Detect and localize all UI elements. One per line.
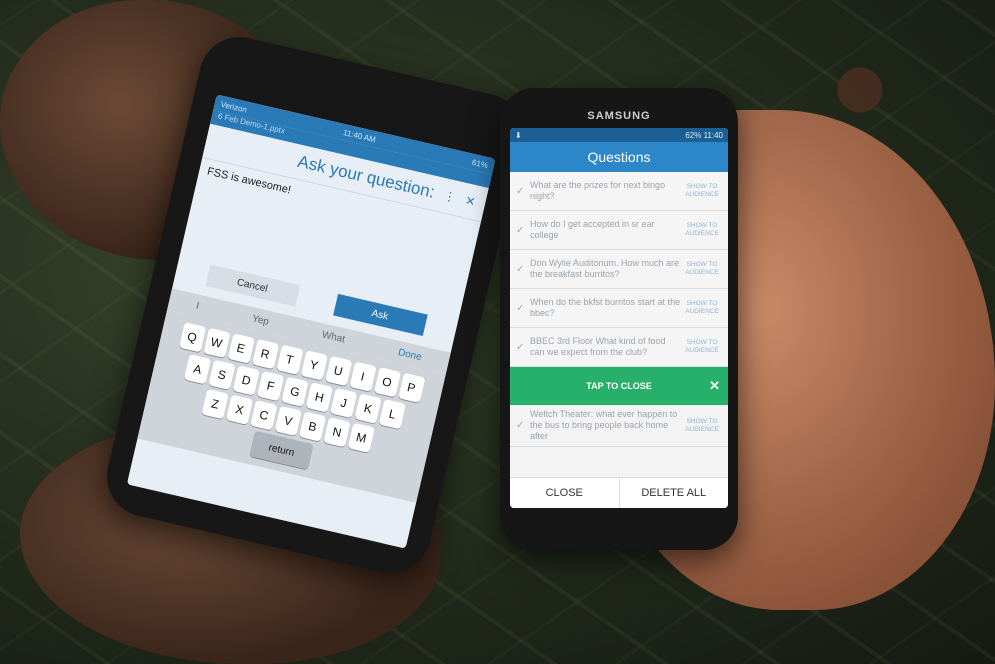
close-icon[interactable]: ✕ xyxy=(464,193,477,209)
show-to-audience-button[interactable]: SHOW TO AUDIENCE xyxy=(682,339,722,355)
key-u[interactable]: U xyxy=(324,355,352,387)
samsung-device: SAMSUNG ⬇ 62% 11:40 Questions ✓ What are … xyxy=(500,88,738,550)
list-item[interactable]: ✓ Don Wylie Auditorium. How much are the … xyxy=(510,250,728,289)
list-item[interactable]: ✓ When do the bkfst burritos start at the… xyxy=(510,289,728,328)
more-icon[interactable]: ⋮ xyxy=(442,188,457,204)
suggestion-item[interactable]: I xyxy=(195,300,200,311)
list-item[interactable]: ✓ What are the prizes for next bingo nigh… xyxy=(510,172,728,211)
check-icon: ✓ xyxy=(516,224,525,236)
show-to-audience-button[interactable]: SHOW TO AUDIENCE xyxy=(682,222,722,238)
question-text: When do the bkfst burritos start at the … xyxy=(530,297,681,318)
battery-clock-label: 62% 11:40 xyxy=(685,130,723,140)
key-n[interactable]: N xyxy=(323,417,351,448)
show-to-audience-button[interactable]: SHOW TO AUDIENCE xyxy=(682,261,722,277)
question-list: ✓ What are the prizes for next bingo nigh… xyxy=(510,172,728,367)
key-z[interactable]: Z xyxy=(201,388,229,420)
key-w[interactable]: W xyxy=(202,327,231,358)
key-g[interactable]: G xyxy=(281,376,309,407)
android-status-bar: ⬇ 62% 11:40 xyxy=(510,128,728,142)
done-button[interactable]: Done xyxy=(397,347,423,363)
key-m[interactable]: M xyxy=(347,422,375,453)
questions-title: Questions xyxy=(510,142,728,172)
question-text: What are the prizes for next bingo night… xyxy=(530,180,666,201)
key-e[interactable]: E xyxy=(227,333,255,364)
check-icon: ✓ xyxy=(516,341,525,353)
key-h[interactable]: H xyxy=(305,382,333,413)
question-text: Weltch Theater: what ever happen to the … xyxy=(530,409,678,441)
key-j[interactable]: J xyxy=(330,387,358,419)
key-l[interactable]: L xyxy=(378,399,407,430)
question-text: How do I get accepted in sr ear college xyxy=(530,219,655,240)
key-x[interactable]: X xyxy=(225,394,254,425)
keyboard: QWERTYUIOP ASDFGHJKL ZXCVBNM return xyxy=(137,309,446,503)
iphone-screen: Verizon 11:40 AM 61% 6 Feb Demo-1.pptx A… xyxy=(126,94,496,549)
key-v[interactable]: V xyxy=(274,405,302,437)
samsung-screen: ⬇ 62% 11:40 Questions ✓ What are the priz… xyxy=(510,128,728,508)
key-d[interactable]: D xyxy=(232,365,260,396)
key-i[interactable]: I xyxy=(348,361,377,392)
battery-label: 61% xyxy=(471,157,489,170)
key-y[interactable]: Y xyxy=(300,350,328,381)
key-k[interactable]: K xyxy=(354,393,382,424)
footer-actions: CLOSE DELETE ALL xyxy=(510,477,728,508)
delete-all-button[interactable]: DELETE ALL xyxy=(618,478,729,508)
close-button[interactable]: CLOSE xyxy=(510,478,619,508)
key-b[interactable]: B xyxy=(298,411,327,442)
key-q[interactable]: Q xyxy=(178,322,206,353)
question-text: Don Wylie Auditorium. How much are the b… xyxy=(530,258,679,279)
show-to-audience-button[interactable]: SHOW TO AUDIENCE xyxy=(682,300,722,316)
question-text: BBEC 3rd Floor What kind of food can we … xyxy=(530,336,666,357)
key-t[interactable]: T xyxy=(275,344,304,375)
check-icon: ✓ xyxy=(516,185,525,197)
key-o[interactable]: O xyxy=(373,367,401,398)
check-icon: ✓ xyxy=(516,263,525,275)
show-to-audience-button[interactable]: SHOW TO AUDIENCE xyxy=(682,418,722,434)
show-to-audience-button[interactable]: SHOW TO AUDIENCE xyxy=(682,183,722,199)
brand-logo: SAMSUNG xyxy=(587,110,651,122)
notification-icons: ⬇ xyxy=(515,130,522,140)
key-a[interactable]: A xyxy=(183,354,212,385)
key-s[interactable]: S xyxy=(208,359,236,390)
check-icon: ✓ xyxy=(516,420,525,431)
suggestion-item[interactable]: What xyxy=(321,329,346,345)
suggestion-item[interactable]: Yep xyxy=(251,313,270,328)
list-item[interactable]: ✓ BBEC 3rd Floor What kind of food can we… xyxy=(510,328,728,367)
key-c[interactable]: C xyxy=(250,400,278,431)
key-r[interactable]: R xyxy=(251,338,279,370)
check-icon: ✓ xyxy=(516,302,525,314)
close-icon[interactable]: ✕ xyxy=(709,378,720,394)
key-p[interactable]: P xyxy=(397,372,425,403)
tap-to-close-banner[interactable]: TAP TO CLOSE ✕ xyxy=(510,367,728,405)
toast-label: TAP TO CLOSE xyxy=(586,381,652,391)
list-item[interactable]: ✓ How do I get accepted in sr ear college… xyxy=(510,211,728,250)
list-item[interactable]: ✓ Weltch Theater: what ever happen to th… xyxy=(510,405,728,447)
key-f[interactable]: F xyxy=(256,370,285,402)
